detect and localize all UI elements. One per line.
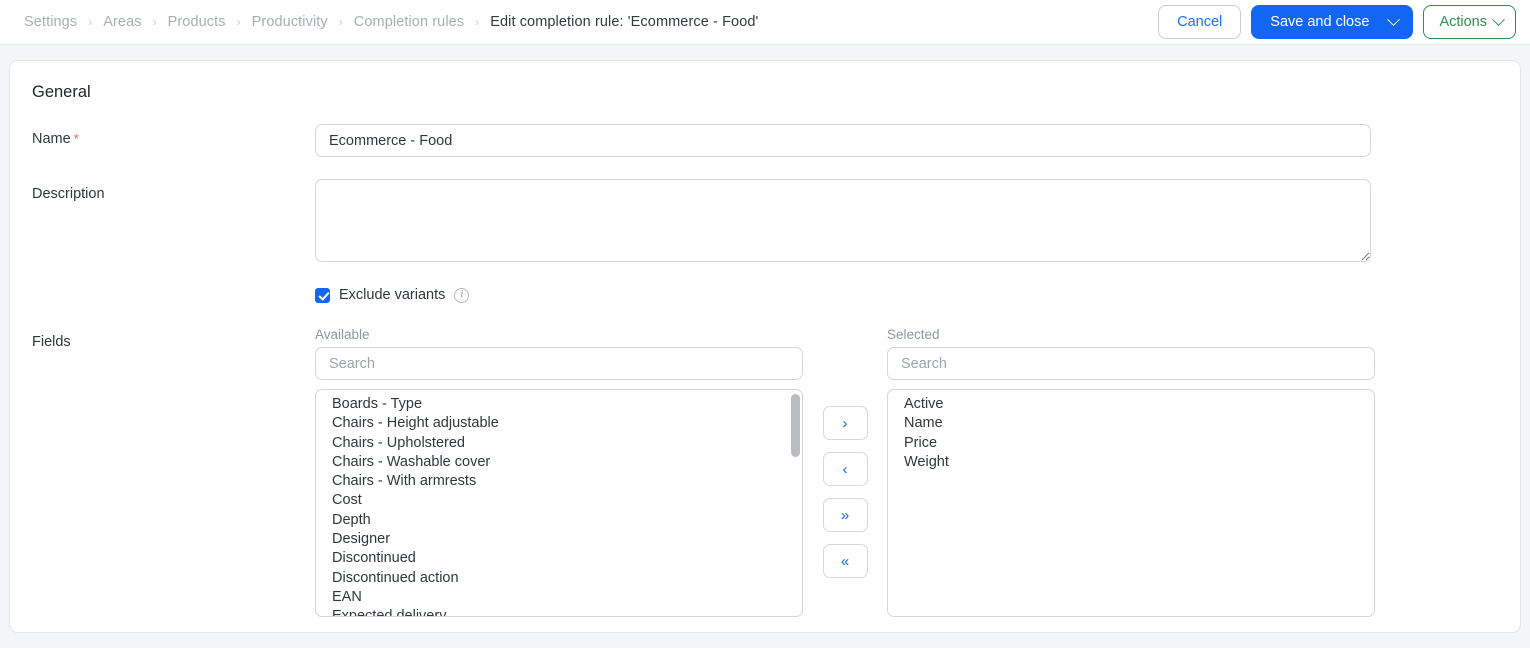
list-item[interactable]: Chairs - With armrests [332, 472, 802, 491]
fields-label: Fields [32, 334, 71, 350]
list-item[interactable]: Discontinued action [332, 569, 802, 588]
page-title: Edit completion rule: 'Ecommerce - Food' [490, 14, 759, 30]
name-input[interactable] [315, 124, 1371, 157]
save-and-close-button[interactable]: Save and close [1251, 5, 1414, 39]
selected-listbox[interactable]: Active Name Price Weight [887, 389, 1375, 617]
list-item[interactable]: Boards - Type [332, 395, 802, 414]
fields-row: Fields Available Boards - TypeChairs - H… [32, 327, 1498, 617]
description-row: Description [32, 179, 1498, 267]
name-label: Name * [32, 124, 315, 147]
list-item[interactable]: Discontinued [332, 549, 802, 568]
available-label: Available [315, 327, 370, 342]
info-icon[interactable]: i [454, 287, 470, 303]
move-all-right-button[interactable]: » [822, 498, 868, 532]
name-field-wrap [315, 124, 1498, 157]
required-asterisk: * [73, 131, 79, 146]
list-item[interactable]: Chairs - Height adjustable [332, 414, 802, 433]
list-item[interactable]: Active [904, 395, 1374, 414]
move-left-button[interactable]: ‹ [822, 452, 868, 486]
general-card: General Name* Description Exclude varian… [9, 60, 1521, 633]
breadcrumb-separator: › [88, 15, 93, 29]
transfer-buttons: › ‹ » « [803, 327, 887, 578]
available-picker: Available Boards - TypeChairs - Height a… [315, 327, 803, 617]
name-row: Name * [32, 124, 1498, 157]
chevron-down-icon[interactable] [1387, 12, 1401, 26]
breadcrumb-item-settings[interactable]: Settings [24, 14, 77, 30]
breadcrumb-item-productivity[interactable]: Productivity [252, 14, 328, 30]
exclude-variants-label: Exclude variants [339, 287, 446, 303]
breadcrumb-separator: › [475, 15, 480, 29]
move-right-button[interactable]: › [822, 406, 868, 440]
selected-list-items: Active Name Price Weight [888, 395, 1374, 616]
breadcrumb-item-areas[interactable]: Areas [103, 14, 141, 30]
list-item[interactable]: EAN [332, 588, 802, 607]
available-listbox[interactable]: Boards - Type Chairs - Height adjustable C… [315, 389, 803, 617]
list-item[interactable]: Cost [332, 491, 802, 510]
cancel-button[interactable]: Cancel [1158, 5, 1242, 39]
breadcrumb-separator: › [236, 15, 241, 29]
available-scrollbar-thumb[interactable] [791, 394, 800, 457]
selected-label: Selected [887, 327, 940, 342]
available-list-items: Boards - Type Chairs - Height adjustable C… [316, 395, 802, 616]
section-title-general: General [32, 83, 91, 101]
list-item[interactable]: Designer [332, 530, 802, 549]
header-actions: Cancel Save and close Actions [1158, 5, 1516, 39]
actions-label: Actions [1439, 14, 1487, 30]
list-item[interactable]: Chairs - Upholstered [332, 434, 802, 453]
selected-picker: Selected ActiveNamePriceWeight [887, 327, 1375, 617]
description-label: Description [32, 186, 105, 202]
available-scrollbar[interactable] [791, 392, 800, 614]
list-item[interactable]: Name [904, 414, 1374, 433]
list-item[interactable]: Price [904, 434, 1374, 453]
app-header: Settings › Areas › Products › Productivi… [0, 0, 1530, 45]
description-textarea[interactable] [315, 179, 1371, 262]
actions-button[interactable]: Actions [1423, 5, 1516, 39]
save-and-close-label: Save and close [1270, 14, 1370, 30]
exclude-variants-checkbox[interactable] [315, 287, 330, 303]
chevron-down-icon [1492, 12, 1505, 26]
exclude-variants-row: Exclude variants i [315, 287, 1498, 303]
name-label-text: Name [32, 131, 71, 147]
list-item[interactable]: Chairs - Washable cover [332, 453, 802, 472]
breadcrumb-item-products[interactable]: Products [168, 14, 226, 30]
available-search-input[interactable] [315, 347, 803, 380]
list-item[interactable]: Weight [904, 453, 1374, 472]
list-item[interactable]: Depth [332, 511, 802, 530]
description-field-wrap [315, 179, 1498, 267]
breadcrumb-separator: › [338, 15, 343, 29]
breadcrumb-item-completion-rules[interactable]: Completion rules [354, 14, 464, 30]
move-all-left-button[interactable]: « [822, 544, 868, 578]
selected-search-input[interactable] [887, 347, 1375, 380]
list-item[interactable]: Expected delivery [332, 607, 802, 616]
breadcrumb: Settings › Areas › Products › Productivi… [24, 14, 1158, 30]
breadcrumb-separator: › [152, 15, 157, 29]
